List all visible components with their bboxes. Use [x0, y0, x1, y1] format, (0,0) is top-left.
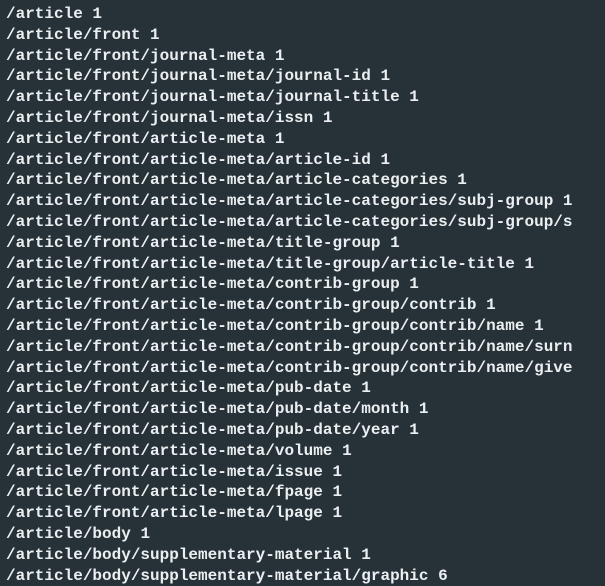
- count: 1: [323, 109, 333, 127]
- count: 1: [275, 130, 285, 148]
- count: 1: [486, 296, 496, 314]
- xpath: /article: [6, 5, 83, 23]
- count: 1: [332, 483, 342, 501]
- count: 1: [361, 379, 371, 397]
- count: 1: [563, 192, 573, 210]
- xpath: /article/front/article-meta/pub-date/mon…: [6, 400, 409, 418]
- count: 1: [409, 88, 419, 106]
- xpath: /article/front/article-meta/article-cate…: [6, 171, 448, 189]
- count: 1: [390, 234, 400, 252]
- output-line: /article/front/article-meta 1: [6, 129, 599, 150]
- xpath: /article/front/article-meta/volume: [6, 442, 332, 460]
- count: 1: [342, 442, 352, 460]
- xpath: /article/front/journal-meta/journal-id: [6, 67, 371, 85]
- xpath: /article/front/article-meta/contrib-grou…: [6, 275, 400, 293]
- count: 1: [92, 5, 102, 23]
- output-line: /article/front/journal-meta/journal-titl…: [6, 87, 599, 108]
- output-line: /article/front/article-meta/title-group/…: [6, 254, 599, 275]
- xpath: /article/front/article-meta/lpage: [6, 504, 323, 522]
- count: 1: [419, 400, 429, 418]
- count: 1: [525, 255, 535, 273]
- output-line: /article/body 1: [6, 524, 599, 545]
- xpath: /article/front/article-meta/contrib-grou…: [6, 317, 524, 335]
- xpath: /article/front/article-meta/contrib-grou…: [6, 338, 573, 356]
- output-line: /article/front/article-meta/article-cate…: [6, 191, 599, 212]
- xpath: /article/front: [6, 26, 140, 44]
- count: 1: [409, 421, 419, 439]
- count: 1: [332, 504, 342, 522]
- count: 1: [275, 47, 285, 65]
- output-line: /article/front/article-meta/contrib-grou…: [6, 337, 599, 358]
- xpath: /article/front/journal-meta: [6, 47, 265, 65]
- xpath: /article/front/article-meta/contrib-grou…: [6, 296, 476, 314]
- xpath: /article/front/article-meta/title-group: [6, 234, 380, 252]
- xpath: /article/front/article-meta/issue: [6, 463, 323, 481]
- xpath: /article/front/journal-meta/journal-titl…: [6, 88, 400, 106]
- count: 1: [332, 463, 342, 481]
- xpath: /article/front/article-meta/article-cate…: [6, 192, 553, 210]
- output-line: /article/front/journal-meta 1: [6, 46, 599, 67]
- output-line: /article/front/article-meta/article-id 1: [6, 150, 599, 171]
- xpath: /article/front/article-meta/fpage: [6, 483, 323, 501]
- count: 1: [361, 546, 371, 564]
- output-line: /article/front/journal-meta/issn 1: [6, 108, 599, 129]
- count: 1: [380, 67, 390, 85]
- xpath: /article/front/article-meta/title-group/…: [6, 255, 515, 273]
- output-line: /article/front/article-meta/contrib-grou…: [6, 295, 599, 316]
- count: 1: [150, 26, 160, 44]
- xpath: /article/front/article-meta/article-id: [6, 151, 371, 169]
- output-line: /article/front/article-meta/lpage 1: [6, 503, 599, 524]
- xpath: /article/body/supplementary-material/gra…: [6, 567, 428, 585]
- output-line: /article/front/article-meta/article-cate…: [6, 170, 599, 191]
- xpath: /article/front/journal-meta/issn: [6, 109, 313, 127]
- terminal-output[interactable]: /article 1/article/front 1/article/front…: [6, 4, 599, 586]
- output-line: /article/front/article-meta/contrib-grou…: [6, 358, 599, 379]
- xpath: /article/front/article-meta/contrib-grou…: [6, 359, 573, 377]
- output-line: /article/front/article-meta/article-cate…: [6, 212, 599, 233]
- output-line: /article/front/article-meta/issue 1: [6, 462, 599, 483]
- output-line: /article/front/article-meta/fpage 1: [6, 482, 599, 503]
- count: 1: [457, 171, 467, 189]
- output-line: /article/front/article-meta/title-group …: [6, 233, 599, 254]
- xpath: /article/front/article-meta: [6, 130, 265, 148]
- output-line: /article/front/article-meta/volume 1: [6, 441, 599, 462]
- output-line: /article/front 1: [6, 25, 599, 46]
- output-line: /article/body/supplementary-material 1: [6, 545, 599, 566]
- count: 1: [380, 151, 390, 169]
- xpath: /article/front/article-meta/article-cate…: [6, 213, 573, 231]
- output-line: /article/body/supplementary-material/gra…: [6, 566, 599, 586]
- count: 6: [438, 567, 448, 585]
- xpath: /article/body/supplementary-material: [6, 546, 352, 564]
- output-line: /article/front/article-meta/pub-date/mon…: [6, 399, 599, 420]
- count: 1: [409, 275, 419, 293]
- count: 1: [534, 317, 544, 335]
- xpath: /article/front/article-meta/pub-date/yea…: [6, 421, 400, 439]
- output-line: /article/front/article-meta/contrib-grou…: [6, 316, 599, 337]
- output-line: /article 1: [6, 4, 599, 25]
- output-line: /article/front/article-meta/contrib-grou…: [6, 274, 599, 295]
- output-line: /article/front/article-meta/pub-date 1: [6, 378, 599, 399]
- xpath: /article/front/article-meta/pub-date: [6, 379, 352, 397]
- output-line: /article/front/article-meta/pub-date/yea…: [6, 420, 599, 441]
- output-line: /article/front/journal-meta/journal-id 1: [6, 66, 599, 87]
